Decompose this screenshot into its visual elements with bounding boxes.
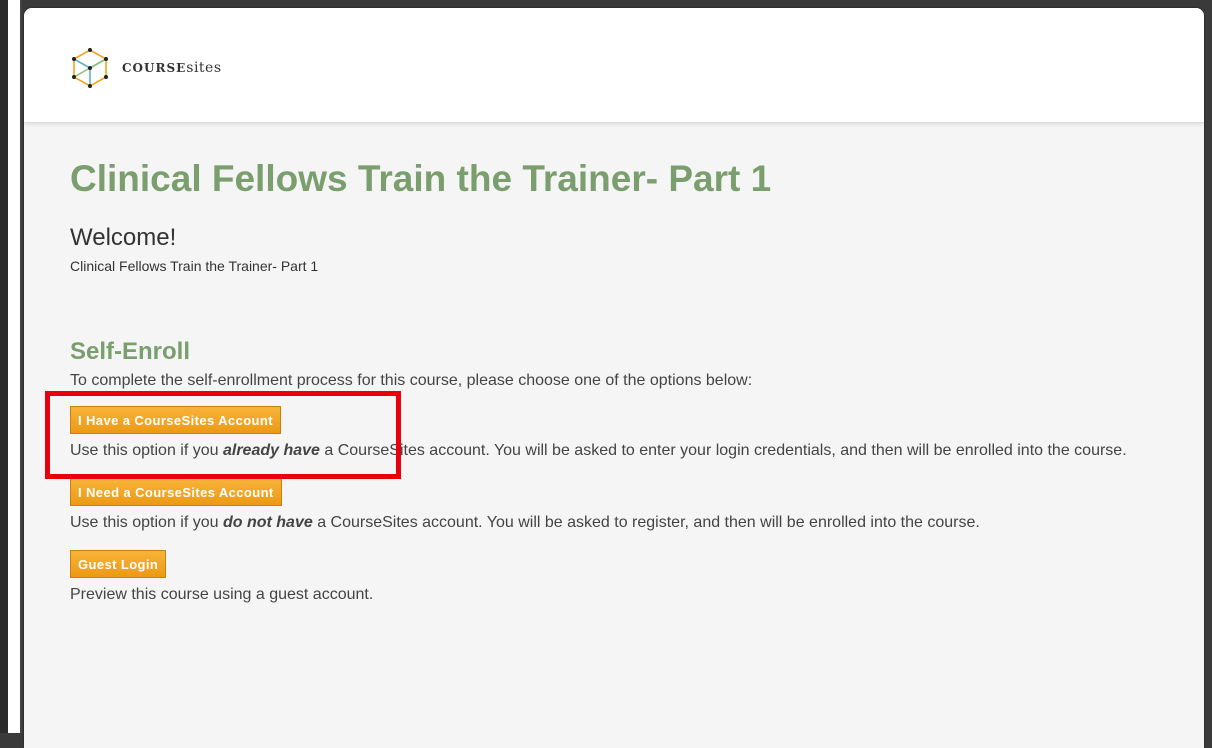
have-account-button[interactable]: I Have a CourseSites Account (70, 406, 281, 434)
window-frame-left (0, 0, 22, 733)
have-account-description: Use this option if you already have a Co… (70, 442, 1127, 459)
need-account-button[interactable]: I Need a CourseSites Account (70, 478, 282, 506)
page-title: Clinical Fellows Train the Trainer- Part… (70, 158, 772, 199)
coursesites-logo-icon (72, 48, 108, 88)
welcome-heading: Welcome! (70, 224, 177, 251)
site-header: COURSEsites (24, 8, 1204, 123)
coursesites-logo[interactable]: COURSEsites (68, 46, 222, 90)
logo-text: COURSEsites (122, 60, 222, 76)
self-enroll-intro: To complete the self-enrollment process … (70, 372, 753, 389)
browser-window: COURSEsites Clinical Fellows Train the T… (24, 8, 1204, 748)
main-content: Clinical Fellows Train the Trainer- Part… (70, 158, 1180, 606)
self-enroll-heading: Self-Enroll (70, 338, 191, 365)
welcome-subtext: Clinical Fellows Train the Trainer- Part… (70, 258, 319, 274)
guest-login-button[interactable]: Guest Login (70, 550, 167, 578)
guest-login-description: Preview this course using a guest accoun… (70, 586, 374, 603)
enroll-option-have-account: I Have a CourseSites Account Use this op… (70, 406, 1180, 462)
enroll-option-need-account: I Need a CourseSites Account Use this op… (70, 478, 1180, 534)
need-account-description: Use this option if you do not have a Cou… (70, 514, 980, 531)
enroll-option-guest: Guest Login Preview this course using a … (70, 550, 1180, 606)
